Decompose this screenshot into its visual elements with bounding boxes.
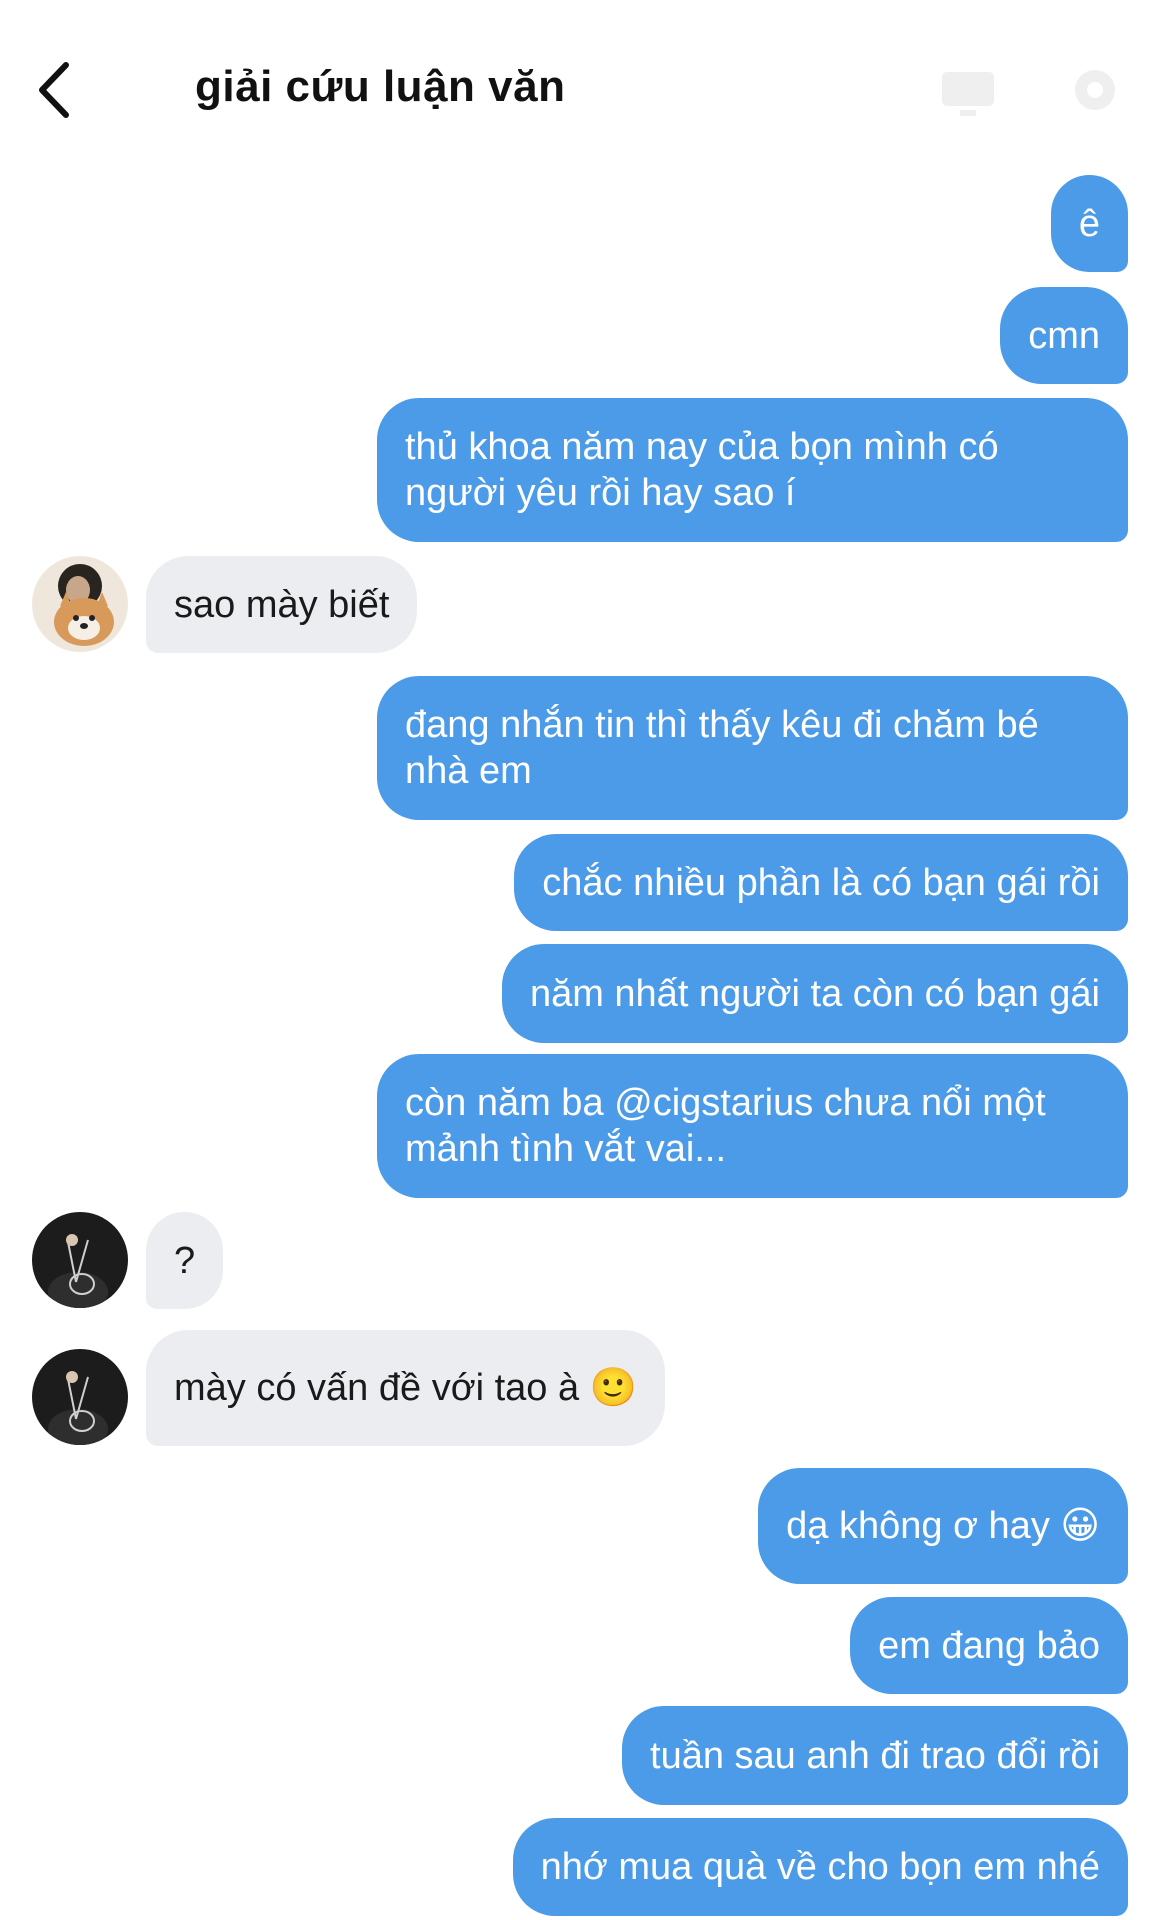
message-text: đang nhắn tin thì thấy kêu đi chăm bé nh… [405, 704, 1039, 792]
message-text: còn năm ba @cigstarius chưa nổi một mảnh… [405, 1082, 1046, 1170]
message-bubble-outgoing[interactable]: còn năm ba @cigstarius chưa nổi một mảnh… [377, 1054, 1128, 1198]
message-bubble-incoming[interactable]: mày có vấn đề với tao à 🙂 [146, 1330, 665, 1446]
avatar-dark[interactable] [32, 1212, 128, 1308]
avatar-dark[interactable] [32, 1349, 128, 1445]
message-text: sao mày biết [174, 583, 390, 626]
message-text: ê [1078, 202, 1100, 245]
message-bubble-outgoing[interactable]: ê [1050, 175, 1128, 272]
message-text: ? [174, 1239, 196, 1282]
message-text: chắc nhiều phần là có bạn gái rồi [542, 861, 1100, 904]
message-bubble-outgoing[interactable]: tuần sau anh đi trao đổi rồi [622, 1706, 1128, 1805]
message-text: em đang bảo [878, 1624, 1100, 1667]
avatar-image [32, 556, 128, 652]
message-text: mày có vấn đề với tao à 🙂 [174, 1367, 637, 1409]
message-text: nhớ mua quà về cho bọn em nhé [540, 1846, 1100, 1888]
message-text: năm nhất người ta còn có bạn gái [529, 972, 1100, 1015]
message-bubble-outgoing[interactable]: thủ khoa năm nay của bọn mình có người y… [377, 398, 1128, 542]
message-bubble-outgoing[interactable]: đang nhắn tin thì thấy kêu đi chăm bé nh… [377, 676, 1128, 820]
message-bubble-incoming[interactable]: sao mày biết [146, 556, 418, 653]
message-bubble-outgoing[interactable]: chắc nhiều phần là có bạn gái rồi [514, 834, 1128, 931]
message-text: tuần sau anh đi trao đổi rồi [650, 1734, 1100, 1777]
message-bubble-outgoing[interactable]: em đang bảo [850, 1597, 1128, 1694]
message-text: thủ khoa năm nay của bọn mình có người y… [405, 426, 999, 514]
avatar-image [32, 1349, 128, 1445]
avatar-image [32, 1212, 128, 1308]
message-bubble-incoming[interactable]: ? [146, 1212, 224, 1309]
message-bubble-outgoing[interactable]: cmn [1000, 287, 1128, 384]
message-bubble-outgoing[interactable]: nhớ mua quà về cho bọn em nhé [512, 1818, 1128, 1916]
message-bubble-outgoing[interactable]: năm nhất người ta còn có bạn gái [501, 944, 1128, 1043]
message-text: dạ không ơ hay 😀 [786, 1505, 1100, 1547]
message-list: ê cmn thủ khoa năm nay của bọn mình có n… [0, 0, 1161, 1920]
avatar-dog[interactable] [32, 556, 128, 652]
message-bubble-outgoing[interactable]: dạ không ơ hay 😀 [758, 1468, 1128, 1584]
message-text: cmn [1028, 314, 1100, 357]
